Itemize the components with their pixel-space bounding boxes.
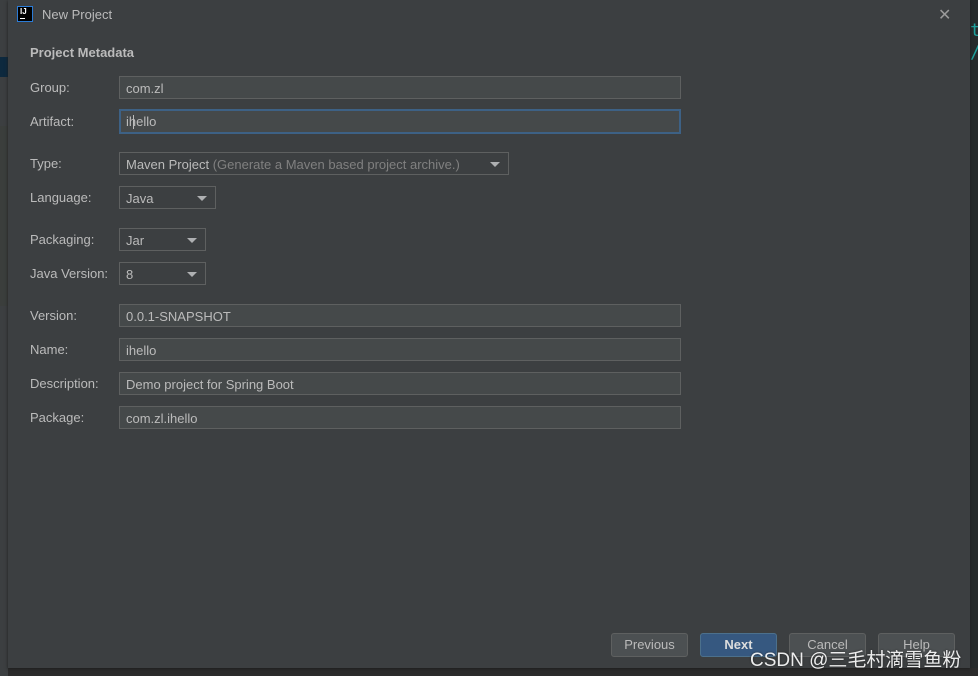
language-dropdown[interactable]: Java	[119, 186, 216, 209]
chevron-down-icon	[187, 238, 197, 243]
name-input[interactable]: ihello	[119, 338, 681, 361]
intellij-logo-icon: IJ	[17, 6, 33, 22]
type-hint: (Generate a Maven based project archive.…	[212, 157, 460, 172]
language-label: Language:	[30, 190, 92, 205]
package-label: Package:	[30, 410, 85, 425]
background-selected-item	[0, 57, 8, 77]
text-caret	[133, 115, 134, 129]
version-label: Version:	[30, 308, 77, 323]
type-dropdown[interactable]: Maven Project (Generate a Maven based pr…	[119, 152, 509, 175]
type-value: Maven Project	[126, 157, 210, 172]
type-label: Type:	[30, 156, 62, 171]
chevron-down-icon	[490, 162, 500, 167]
background-code-line: /	[970, 42, 978, 64]
watermark: CSDN @三毛村滴雪鱼粉	[750, 650, 962, 671]
background-panel	[0, 126, 8, 306]
group-input[interactable]: com.zl	[119, 76, 681, 99]
title-bar: IJ New Project ✕	[8, 0, 970, 30]
group-label: Group:	[30, 80, 70, 95]
artifact-label: Artifact:	[30, 114, 75, 129]
description-label: Description:	[30, 376, 99, 391]
language-value: Java	[126, 191, 154, 206]
artifact-input[interactable]: ihello	[119, 109, 681, 134]
java-version-value: 8	[126, 267, 134, 282]
packaging-value: Jar	[126, 233, 145, 248]
background-ide-left	[0, 0, 8, 676]
name-label: Name:	[30, 342, 69, 357]
close-icon[interactable]: ✕	[938, 5, 951, 25]
background-code-line: t	[970, 20, 978, 41]
packaging-dropdown[interactable]: Jar	[119, 228, 206, 251]
java-version-dropdown[interactable]: 8	[119, 262, 206, 285]
previous-button[interactable]: Previous	[611, 633, 688, 657]
package-input[interactable]: com.zl.ihello	[119, 406, 681, 429]
packaging-label: Packaging:	[30, 232, 95, 247]
java-version-label: Java Version:	[30, 266, 109, 281]
chevron-down-icon	[187, 272, 197, 277]
description-input[interactable]: Demo project for Spring Boot	[119, 372, 681, 395]
section-title: Project Metadata	[30, 45, 135, 60]
chevron-down-icon	[197, 196, 207, 201]
artifact-value: ihello	[126, 114, 157, 129]
new-project-dialog: IJ New Project ✕ Project Metadata Group:…	[8, 0, 970, 668]
background-editor: t/	[970, 0, 978, 676]
version-input[interactable]: 0.0.1-SNAPSHOT	[119, 304, 681, 327]
dialog-title: New Project	[42, 7, 113, 22]
